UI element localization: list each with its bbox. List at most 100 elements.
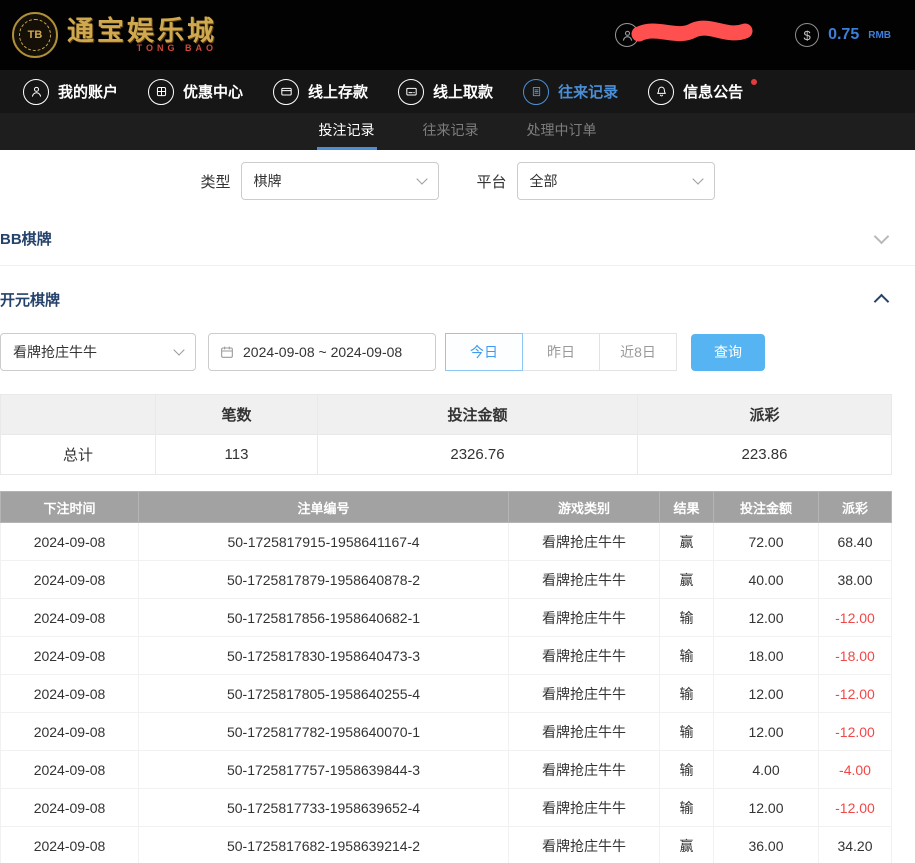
nav-item-announcements[interactable]: 信息公告 <box>633 70 758 113</box>
nav-label: 我的账户 <box>58 81 118 102</box>
balance-currency: RMB <box>868 30 891 41</box>
type-select[interactable]: 棋牌 <box>241 162 439 200</box>
table-row: 2024-09-08 50-1725817805-1958640255-4 看牌… <box>1 675 892 713</box>
bet-amount-cell: 40.00 <box>714 561 819 599</box>
section-title: BB棋牌 <box>0 228 52 249</box>
chevron-down-icon <box>692 173 703 184</box>
section-kaiyuan-qipai[interactable]: 开元棋牌 <box>0 266 915 332</box>
main-nav: 我的账户 优惠中心 线上存款 线上取款 往来记录 信息公告 <box>0 70 915 113</box>
last-8-days-button[interactable]: 近8日 <box>599 333 677 371</box>
result-cell: 输 <box>660 675 714 713</box>
summary-header-blank <box>1 395 156 435</box>
tab-transaction-records[interactable]: 往来记录 <box>421 113 481 150</box>
summary-header-payout: 派彩 <box>638 395 892 435</box>
deposit-card-icon <box>273 79 299 105</box>
game-type-cell: 看牌抢庄牛牛 <box>509 751 660 789</box>
header-bet-id: 注单编号 <box>139 492 509 523</box>
chevron-up-icon <box>874 294 890 310</box>
header-bet-time: 下注时间 <box>1 492 139 523</box>
game-type-cell: 看牌抢庄牛牛 <box>509 675 660 713</box>
search-button[interactable]: 查询 <box>691 334 765 371</box>
table-header-row: 下注时间 注单编号 游戏类别 结果 投注金额 派彩 <box>1 492 892 523</box>
table-row: 2024-09-08 50-1725817915-1958641167-4 看牌… <box>1 523 892 561</box>
nav-item-transaction-records[interactable]: 往来记录 <box>508 70 633 113</box>
bet-id-cell: 50-1725817782-1958640070-1 <box>139 713 509 751</box>
yesterday-button[interactable]: 昨日 <box>522 333 600 371</box>
header-payout: 派彩 <box>819 492 892 523</box>
nav-item-promotions[interactable]: 优惠中心 <box>133 70 258 113</box>
bet-records-table: 下注时间 注单编号 游戏类别 结果 投注金额 派彩 2024-09-08 50-… <box>0 491 892 863</box>
nav-label: 线上存款 <box>308 81 368 102</box>
payout-cell: -12.00 <box>819 675 892 713</box>
tab-bet-records[interactable]: 投注记录 <box>317 113 377 150</box>
today-button[interactable]: 今日 <box>445 333 523 371</box>
nav-label: 优惠中心 <box>183 81 243 102</box>
bet-time-cell: 2024-09-08 <box>1 789 139 827</box>
header-game-type: 游戏类别 <box>509 492 660 523</box>
bet-amount-cell: 36.00 <box>714 827 819 863</box>
payout-cell: 68.40 <box>819 523 892 561</box>
platform-select[interactable]: 全部 <box>517 162 715 200</box>
header-bet-amount: 投注金额 <box>714 492 819 523</box>
nav-item-withdraw[interactable]: 线上取款 <box>383 70 508 113</box>
bet-id-cell: 50-1725817856-1958640682-1 <box>139 599 509 637</box>
result-cell: 输 <box>660 751 714 789</box>
game-type-cell: 看牌抢庄牛牛 <box>509 789 660 827</box>
platform-filter-group: 平台 全部 <box>477 162 715 200</box>
chevron-down-icon <box>874 229 890 245</box>
game-select[interactable]: 看牌抢庄牛牛 <box>0 333 196 371</box>
result-cell: 输 <box>660 789 714 827</box>
chevron-down-icon <box>173 344 184 355</box>
payout-cell: -12.00 <box>819 713 892 751</box>
summary-header-row: 笔数 投注金额 派彩 <box>1 395 892 435</box>
user-account-area[interactable] <box>615 20 753 51</box>
date-range-value: 2024-09-08 ~ 2024-09-08 <box>243 344 402 360</box>
nav-item-my-account[interactable]: 我的账户 <box>8 70 133 113</box>
bet-id-cell: 50-1725817757-1958639844-3 <box>139 751 509 789</box>
tab-pending-orders[interactable]: 处理中订单 <box>525 113 599 150</box>
game-type-cell: 看牌抢庄牛牛 <box>509 523 660 561</box>
table-row: 2024-09-08 50-1725817856-1958640682-1 看牌… <box>1 599 892 637</box>
bet-id-cell: 50-1725817879-1958640878-2 <box>139 561 509 599</box>
records-list-icon <box>523 79 549 105</box>
summary-total-amount: 2326.76 <box>318 435 638 475</box>
type-select-value: 棋牌 <box>254 171 282 191</box>
game-type-cell: 看牌抢庄牛牛 <box>509 713 660 751</box>
bet-id-cell: 50-1725817733-1958639652-4 <box>139 789 509 827</box>
balance-amount: 0.75 <box>828 26 859 44</box>
nav-label: 信息公告 <box>683 81 743 102</box>
chip-label: TB <box>19 19 51 51</box>
date-range-picker[interactable]: 2024-09-08 ~ 2024-09-08 <box>208 333 436 371</box>
type-label: 类型 <box>200 171 230 192</box>
balance-display: $ 0.75 RMB <box>795 23 891 47</box>
summary-table: 笔数 投注金额 派彩 总计 113 2326.76 223.86 <box>0 394 892 475</box>
dollar-icon: $ <box>795 23 819 47</box>
type-filter-group: 类型 棋牌 <box>200 162 438 200</box>
summary-total-row: 总计 113 2326.76 223.86 <box>1 435 892 475</box>
chevron-down-icon <box>416 173 427 184</box>
logo[interactable]: TB 通宝娱乐城 TONG BAO <box>12 12 217 58</box>
platform-label: 平台 <box>477 171 507 192</box>
section-bb-qipai[interactable]: BB棋牌 <box>0 212 915 266</box>
payout-cell: -18.00 <box>819 637 892 675</box>
section-title: 开元棋牌 <box>0 289 60 310</box>
logo-title-cn: 通宝娱乐城 <box>67 17 217 47</box>
bet-time-cell: 2024-09-08 <box>1 561 139 599</box>
summary-total-label: 总计 <box>1 435 156 475</box>
summary-header-amount: 投注金额 <box>318 395 638 435</box>
calendar-icon <box>219 344 235 360</box>
record-tabs: 投注记录 往来记录 处理中订单 <box>0 113 915 150</box>
bet-amount-cell: 18.00 <box>714 637 819 675</box>
bet-time-cell: 2024-09-08 <box>1 827 139 863</box>
bet-id-cell: 50-1725817830-1958640473-3 <box>139 637 509 675</box>
result-cell: 赢 <box>660 827 714 863</box>
bet-time-cell: 2024-09-08 <box>1 637 139 675</box>
logo-title-en: TONG BAO <box>67 43 217 53</box>
nav-item-deposit[interactable]: 线上存款 <box>258 70 383 113</box>
payout-cell: -12.00 <box>819 789 892 827</box>
bet-amount-cell: 12.00 <box>714 675 819 713</box>
platform-select-value: 全部 <box>530 171 558 191</box>
bet-time-cell: 2024-09-08 <box>1 675 139 713</box>
table-row: 2024-09-08 50-1725817782-1958640070-1 看牌… <box>1 713 892 751</box>
bet-id-cell: 50-1725817805-1958640255-4 <box>139 675 509 713</box>
